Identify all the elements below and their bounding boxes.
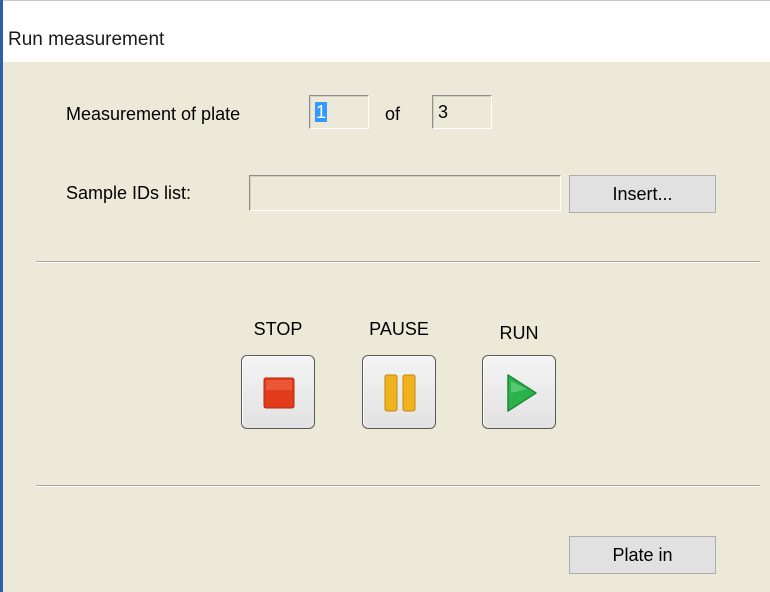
sample-ids-input[interactable] bbox=[249, 175, 561, 211]
window-title: Run measurement bbox=[8, 29, 165, 50]
pause-icon bbox=[384, 374, 416, 412]
current-plate-value: 1 bbox=[315, 102, 328, 122]
play-icon bbox=[507, 374, 537, 412]
window-left-border bbox=[0, 0, 3, 592]
upper-separator bbox=[36, 261, 760, 263]
title-bar: Run measurement bbox=[3, 0, 770, 62]
current-plate-field[interactable]: 1 bbox=[309, 95, 369, 129]
run-label: RUN bbox=[499, 323, 539, 343]
insert-button[interactable]: Insert... bbox=[569, 175, 716, 213]
stop-button[interactable] bbox=[241, 355, 315, 429]
sample-ids-label: Sample IDs list: bbox=[66, 183, 192, 203]
run-measurement-window: Run measurement Measurement of plate 1 o… bbox=[0, 0, 770, 592]
plate-in-button[interactable]: Plate in bbox=[569, 536, 716, 574]
pause-button[interactable] bbox=[362, 355, 436, 429]
plate-measurement-label: Measurement of plate bbox=[66, 104, 241, 124]
stop-label: STOP bbox=[253, 319, 303, 339]
run-button[interactable] bbox=[482, 355, 556, 429]
of-label: of bbox=[385, 104, 401, 124]
total-plates-field: 3 bbox=[432, 95, 492, 129]
total-plates-value: 3 bbox=[438, 102, 449, 122]
lower-separator bbox=[36, 485, 760, 487]
pause-label: PAUSE bbox=[369, 319, 429, 339]
stop-icon bbox=[263, 377, 295, 409]
